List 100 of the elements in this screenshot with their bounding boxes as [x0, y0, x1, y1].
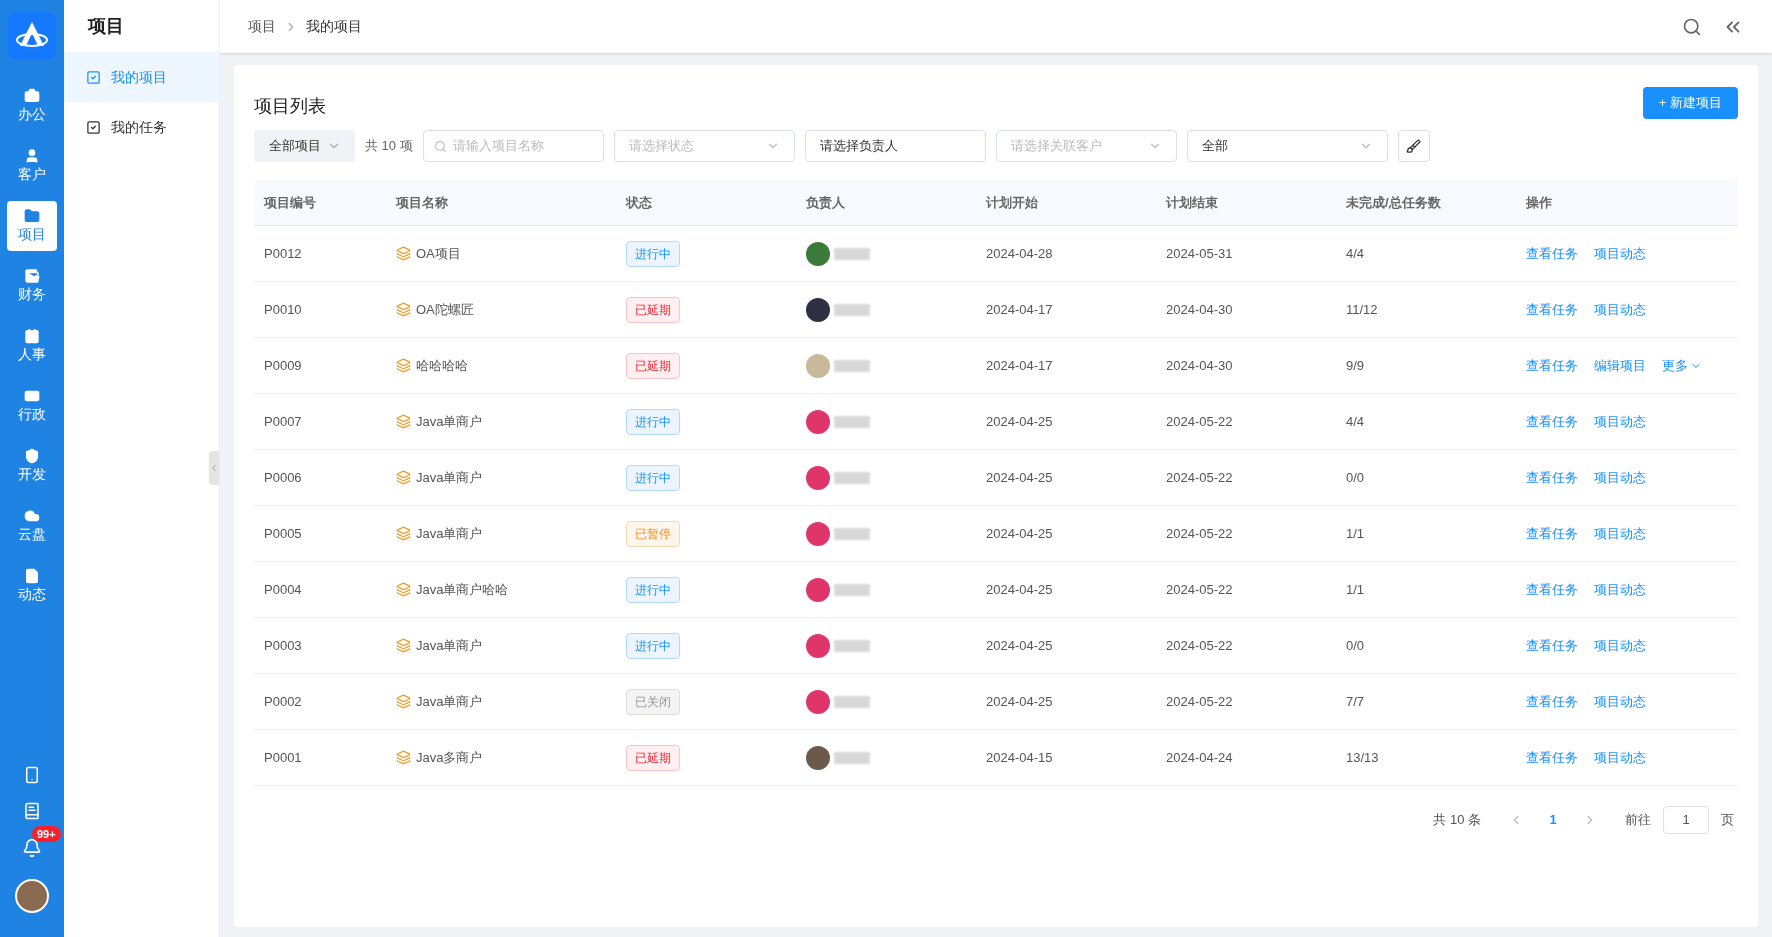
project-name: Java单商户	[416, 636, 483, 655]
notebook-icon[interactable]	[23, 802, 41, 820]
status-tag: 已暂停	[626, 520, 680, 547]
table-cell-text: 9/9	[1345, 356, 1366, 375]
table-cell-text: P0002	[263, 692, 303, 711]
status-tag: 进行中	[626, 240, 680, 267]
action-link[interactable]: 项目动态	[1594, 467, 1646, 488]
redacted-name	[834, 415, 870, 428]
action-link[interactable]: 查看任务	[1526, 411, 1578, 432]
owner-field[interactable]: 请选择负责人	[804, 130, 986, 162]
scope-dropdown[interactable]: 全部项目	[254, 130, 355, 162]
bell-icon[interactable]	[22, 838, 42, 858]
rail-item[interactable]: 行政	[7, 381, 57, 431]
table-cell-text: 2024-04-25	[985, 468, 1054, 487]
table-cell-text: P0007	[263, 412, 303, 431]
project-name: Java单商户哈哈	[416, 580, 509, 599]
table-cell-text: P0005	[263, 524, 303, 543]
table-cell-text: 4/4	[1345, 244, 1366, 263]
table-cell-text: P0004	[263, 580, 303, 599]
action-link[interactable]: 项目动态	[1594, 411, 1646, 432]
status-tag: 进行中	[626, 464, 680, 491]
range-select[interactable]: 全部	[1186, 130, 1388, 162]
action-link[interactable]: 项目动态	[1594, 691, 1646, 712]
search-icon	[433, 139, 447, 153]
table-cell-text: 2024-05-31	[1165, 244, 1234, 263]
search-field[interactable]: 请输入项目名称	[422, 130, 604, 162]
breadcrumb-link[interactable]: 项目	[248, 16, 276, 37]
action-link[interactable]: 项目动态	[1594, 243, 1646, 264]
rail-item[interactable]: 人事	[7, 321, 57, 371]
rail-item[interactable]: 项目	[7, 201, 57, 251]
redacted-name	[834, 695, 870, 708]
rail-item[interactable]: 办公	[7, 81, 57, 131]
rail-item[interactable]: 客户	[7, 141, 57, 191]
rail-icon	[24, 327, 40, 344]
column-header: 项目名称	[394, 193, 449, 212]
table-cell-text: 2024-04-25	[985, 412, 1054, 431]
action-link[interactable]: 更多	[1662, 355, 1702, 376]
submenu-item[interactable]: 我的项目	[64, 52, 219, 102]
action-link[interactable]: 项目动态	[1594, 635, 1646, 656]
project-name: 哈哈哈哈	[416, 356, 468, 375]
user-avatar[interactable]	[15, 879, 49, 913]
list-icon	[86, 119, 101, 135]
avatar	[806, 297, 830, 322]
layers-icon	[396, 750, 411, 765]
table-cell-text: 2024-04-30	[1165, 300, 1234, 319]
action-link[interactable]: 查看任务	[1526, 243, 1578, 264]
action-link[interactable]: 查看任务	[1526, 691, 1578, 712]
action-link[interactable]: 查看任务	[1526, 299, 1578, 320]
action-link[interactable]: 编辑项目	[1594, 355, 1646, 376]
rail-icon	[24, 207, 40, 224]
collapse-handle[interactable]	[209, 451, 219, 485]
table-cell-text: 0/0	[1345, 636, 1366, 655]
column-header: 计划开始	[985, 193, 1039, 212]
clear-button[interactable]	[1397, 130, 1430, 162]
page-number[interactable]: 1	[1543, 810, 1563, 830]
column-header: 状态	[624, 193, 653, 212]
redacted-name	[834, 303, 870, 316]
status-tag: 进行中	[626, 576, 680, 603]
action-link[interactable]: 项目动态	[1594, 299, 1646, 320]
table-cell-text: 1/1	[1345, 524, 1366, 543]
action-link[interactable]: 查看任务	[1526, 747, 1578, 768]
action-link[interactable]: 项目动态	[1594, 579, 1646, 600]
action-link[interactable]: 查看任务	[1526, 355, 1578, 376]
table-cell-text: 13/13	[1345, 748, 1380, 767]
table-cell-text: 2024-04-17	[985, 356, 1054, 375]
new-project-button[interactable]: + 新建项目	[1642, 86, 1738, 119]
action-link[interactable]: 查看任务	[1526, 635, 1578, 656]
phone-icon[interactable]	[23, 766, 41, 784]
column-header: 未完成/总任务数	[1345, 193, 1442, 212]
rail-icon	[24, 147, 40, 164]
page-input[interactable]: 1	[1663, 806, 1709, 834]
avatar	[806, 633, 830, 658]
avatar	[806, 577, 830, 602]
action-link[interactable]: 项目动态	[1594, 523, 1646, 544]
action-link[interactable]: 项目动态	[1594, 747, 1646, 768]
layers-icon	[396, 302, 411, 317]
column-header: 项目编号	[262, 193, 317, 212]
total-count: 共 10 条	[1433, 811, 1481, 830]
project-name: Java多商户	[416, 748, 483, 767]
rail-item[interactable]: 动态	[7, 561, 57, 611]
action-link[interactable]: 查看任务	[1526, 523, 1578, 544]
search-icon[interactable]	[1682, 16, 1702, 37]
status-select[interactable]: 请选择状态	[613, 130, 795, 162]
table-cell-text: 2024-05-22	[1165, 580, 1234, 599]
rail-item[interactable]: 开发	[7, 441, 57, 491]
table-cell-text: 2024-05-22	[1165, 412, 1234, 431]
table-cell-text: 2024-04-15	[985, 748, 1054, 767]
rail-item[interactable]: 财务	[7, 261, 57, 311]
rail-item[interactable]: 云盘	[7, 501, 57, 551]
action-link[interactable]: 查看任务	[1526, 579, 1578, 600]
action-link[interactable]: 查看任务	[1526, 467, 1578, 488]
customer-select[interactable]: 请选择关联客户	[995, 130, 1177, 162]
table-cell-text: 2024-04-30	[1165, 356, 1234, 375]
table-cell-text: 7/7	[1345, 692, 1366, 711]
logo-icon	[8, 12, 56, 60]
submenu-item[interactable]: 我的任务	[64, 102, 219, 152]
column-header: 操作	[1525, 193, 1553, 212]
table-cell-text: 2024-05-22	[1165, 692, 1234, 711]
layers-icon	[396, 414, 411, 429]
status-tag: 已延期	[626, 352, 680, 379]
